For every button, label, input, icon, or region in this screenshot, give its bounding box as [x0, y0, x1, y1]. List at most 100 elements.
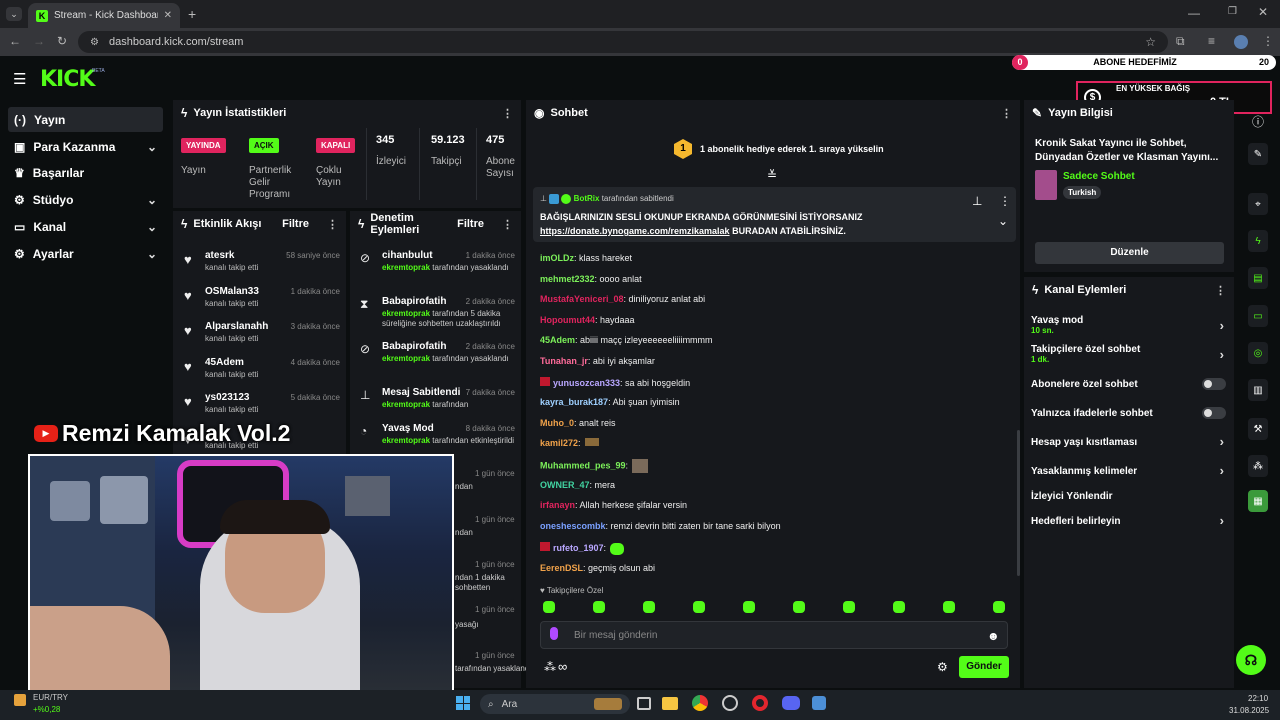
apps-tool-icon[interactable]: ⁂: [1248, 455, 1268, 477]
chat-username[interactable]: Hopoumut44: [540, 315, 595, 325]
address-bar[interactable]: ⚙ dashboard.kick.com/stream ☆: [78, 31, 1168, 53]
infinity-icon[interactable]: ∞: [558, 659, 567, 674]
account-age-setting[interactable]: Hesap yaşı kısıtlaması ›: [1031, 434, 1226, 449]
moderation-filter-button[interactable]: Filtre: [457, 218, 484, 230]
taskbar-search[interactable]: ⌕ Ara: [480, 694, 630, 714]
wrench-tool-icon[interactable]: ⚒: [1248, 418, 1268, 440]
chat-tool-icon[interactable]: ▭: [1248, 305, 1268, 327]
chat-scrollbar[interactable]: [1017, 430, 1020, 576]
emote-icon[interactable]: [693, 601, 705, 613]
discord-icon[interactable]: [782, 696, 800, 710]
opera-icon[interactable]: [752, 695, 768, 711]
clip-tool-icon[interactable]: ⌖: [1248, 193, 1268, 215]
moderator-name[interactable]: ekremtoprak: [382, 354, 430, 363]
sidebar-item-ayarlar[interactable]: ⚙ Ayarlar ⌄: [8, 241, 163, 266]
category-thumbnail[interactable]: [1035, 170, 1057, 200]
collapse-icon[interactable]: ≚: [767, 168, 777, 182]
slow-mode-setting[interactable]: Yavaş mod 10 sn. ›: [1031, 315, 1226, 335]
settings-icon[interactable]: ⚙: [937, 660, 948, 674]
emote-icon[interactable]: [993, 601, 1005, 613]
browser-menu-icon[interactable]: ⋮: [1262, 34, 1274, 48]
browser-tab[interactable]: K Stream - Kick Dashboard ✕: [28, 3, 180, 28]
donate-link[interactable]: https://donate.bynogame.com/remzikamalak: [540, 226, 730, 236]
emote-icon[interactable]: [643, 601, 655, 613]
tab-search-button[interactable]: ⌄: [6, 7, 22, 21]
mod-target[interactable]: Babapirofatih: [382, 296, 446, 307]
more-icon[interactable]: ⋮: [502, 107, 513, 120]
more-icon[interactable]: ⋮: [1001, 107, 1012, 120]
category-name[interactable]: Sadece Sohbet: [1063, 171, 1135, 182]
more-icon[interactable]: ⋮: [1215, 284, 1226, 297]
hamburger-menu-icon[interactable]: ☰: [13, 70, 26, 88]
task-view-icon[interactable]: [637, 697, 651, 710]
chat-username[interactable]: kamil272: [540, 438, 578, 448]
mod-target[interactable]: Babapirofatih: [382, 341, 446, 352]
emote-icon[interactable]: [843, 601, 855, 613]
bolt-tool-icon[interactable]: ϟ: [1248, 230, 1268, 252]
subscribers-only-toggle[interactable]: [1202, 378, 1226, 390]
event-user[interactable]: Alparslanahh: [205, 321, 268, 332]
window-close-icon[interactable]: ✕: [1258, 5, 1268, 19]
sidebar-item-para-kazanma[interactable]: ▣ Para Kazanma ⌄: [8, 134, 163, 159]
chat-username[interactable]: oneshescombk: [540, 521, 606, 531]
more-icon[interactable]: ⋮: [502, 218, 513, 231]
emotes-only-toggle[interactable]: [1202, 407, 1226, 419]
layout-tool-icon[interactable]: ▥: [1248, 379, 1268, 401]
chat-username[interactable]: kayra_burak187: [540, 397, 608, 407]
emoji-icon[interactable]: ☻: [987, 629, 1000, 643]
minimize-icon[interactable]: —: [1188, 6, 1200, 20]
sidebar-item-basarilar[interactable]: ♛ Başarılar: [8, 160, 163, 185]
reload-icon[interactable]: ↻: [57, 34, 67, 48]
chat-username[interactable]: mehmet2332: [540, 274, 595, 284]
chat-username[interactable]: OWNER_47: [540, 480, 590, 490]
unpin-icon[interactable]: ⊥: [972, 194, 982, 208]
bookmark-star-icon[interactable]: ☆: [1145, 35, 1156, 49]
moderator-name[interactable]: ekremtoprak: [382, 263, 430, 272]
event-user[interactable]: 45Adem: [205, 357, 244, 368]
pinned-more-icon[interactable]: ⋮: [999, 194, 1011, 208]
emote-icon[interactable]: [593, 601, 605, 613]
support-headset-icon[interactable]: ☊: [1236, 645, 1266, 675]
sidebar-item-yayin[interactable]: (·) Yayın: [8, 107, 163, 132]
edit-button[interactable]: Düzenle: [1035, 242, 1224, 264]
broadcast-tool-icon[interactable]: ◎: [1248, 342, 1268, 364]
obs-icon[interactable]: [722, 695, 738, 711]
chat-username[interactable]: Muho_0: [540, 418, 574, 428]
edit-tool-icon[interactable]: ✎: [1248, 143, 1268, 165]
profile-avatar[interactable]: [1234, 35, 1248, 49]
ticker-pair[interactable]: EUR/TRY: [33, 693, 68, 702]
notes-tool-icon[interactable]: ▤: [1248, 267, 1268, 289]
site-info-icon[interactable]: ⚙: [90, 37, 99, 48]
chat-username[interactable]: yunusozcan333: [553, 378, 620, 388]
app-icon[interactable]: [812, 696, 826, 710]
chat-username[interactable]: 45Adem: [540, 335, 575, 345]
new-tab-icon[interactable]: +: [188, 6, 196, 22]
emote-icon[interactable]: [793, 601, 805, 613]
banned-words-setting[interactable]: Yasaklanmış kelimeler ›: [1031, 463, 1226, 478]
extension-tool-icon[interactable]: ▦: [1248, 490, 1268, 512]
moderator-name[interactable]: ekremtoprak: [382, 309, 430, 318]
activity-filter-button[interactable]: Filtre: [282, 218, 309, 230]
windows-start-icon[interactable]: [456, 696, 470, 710]
clock-date[interactable]: 31.08.2025: [1229, 706, 1269, 715]
forward-icon[interactable]: →: [33, 34, 45, 48]
event-user[interactable]: OSMalan33: [205, 286, 259, 297]
send-button[interactable]: Gönder: [959, 656, 1009, 678]
chat-username[interactable]: Tunahan_jr: [540, 356, 588, 366]
gift-leaderboard-text[interactable]: 1 abonelik hediye ederek 1. sıraya yükse…: [700, 144, 884, 154]
chat-username[interactable]: MustafaYeniceri_08: [540, 294, 624, 304]
emote-icon[interactable]: [893, 601, 905, 613]
moderator-name[interactable]: ekremtoprak: [382, 400, 430, 409]
sidebar-item-kanal[interactable]: ▭ Kanal ⌄: [8, 214, 163, 239]
chat-username[interactable]: imOLDz: [540, 253, 574, 263]
emote-icon[interactable]: [743, 601, 755, 613]
kick-logo[interactable]: KICK: [40, 67, 95, 92]
chrome-icon[interactable]: [692, 695, 708, 711]
set-goals-setting[interactable]: Hedefleri belirleyin ›: [1031, 513, 1226, 528]
microphone-icon[interactable]: [550, 627, 558, 640]
back-icon[interactable]: ←: [9, 34, 21, 48]
media-icon[interactable]: ≡: [1208, 34, 1215, 48]
followers-only-setting[interactable]: Takipçilere özel sohbet 1 dk. ›: [1031, 344, 1226, 364]
restore-icon[interactable]: ❐: [1228, 6, 1237, 17]
chat-username[interactable]: irfanayn: [540, 500, 575, 510]
